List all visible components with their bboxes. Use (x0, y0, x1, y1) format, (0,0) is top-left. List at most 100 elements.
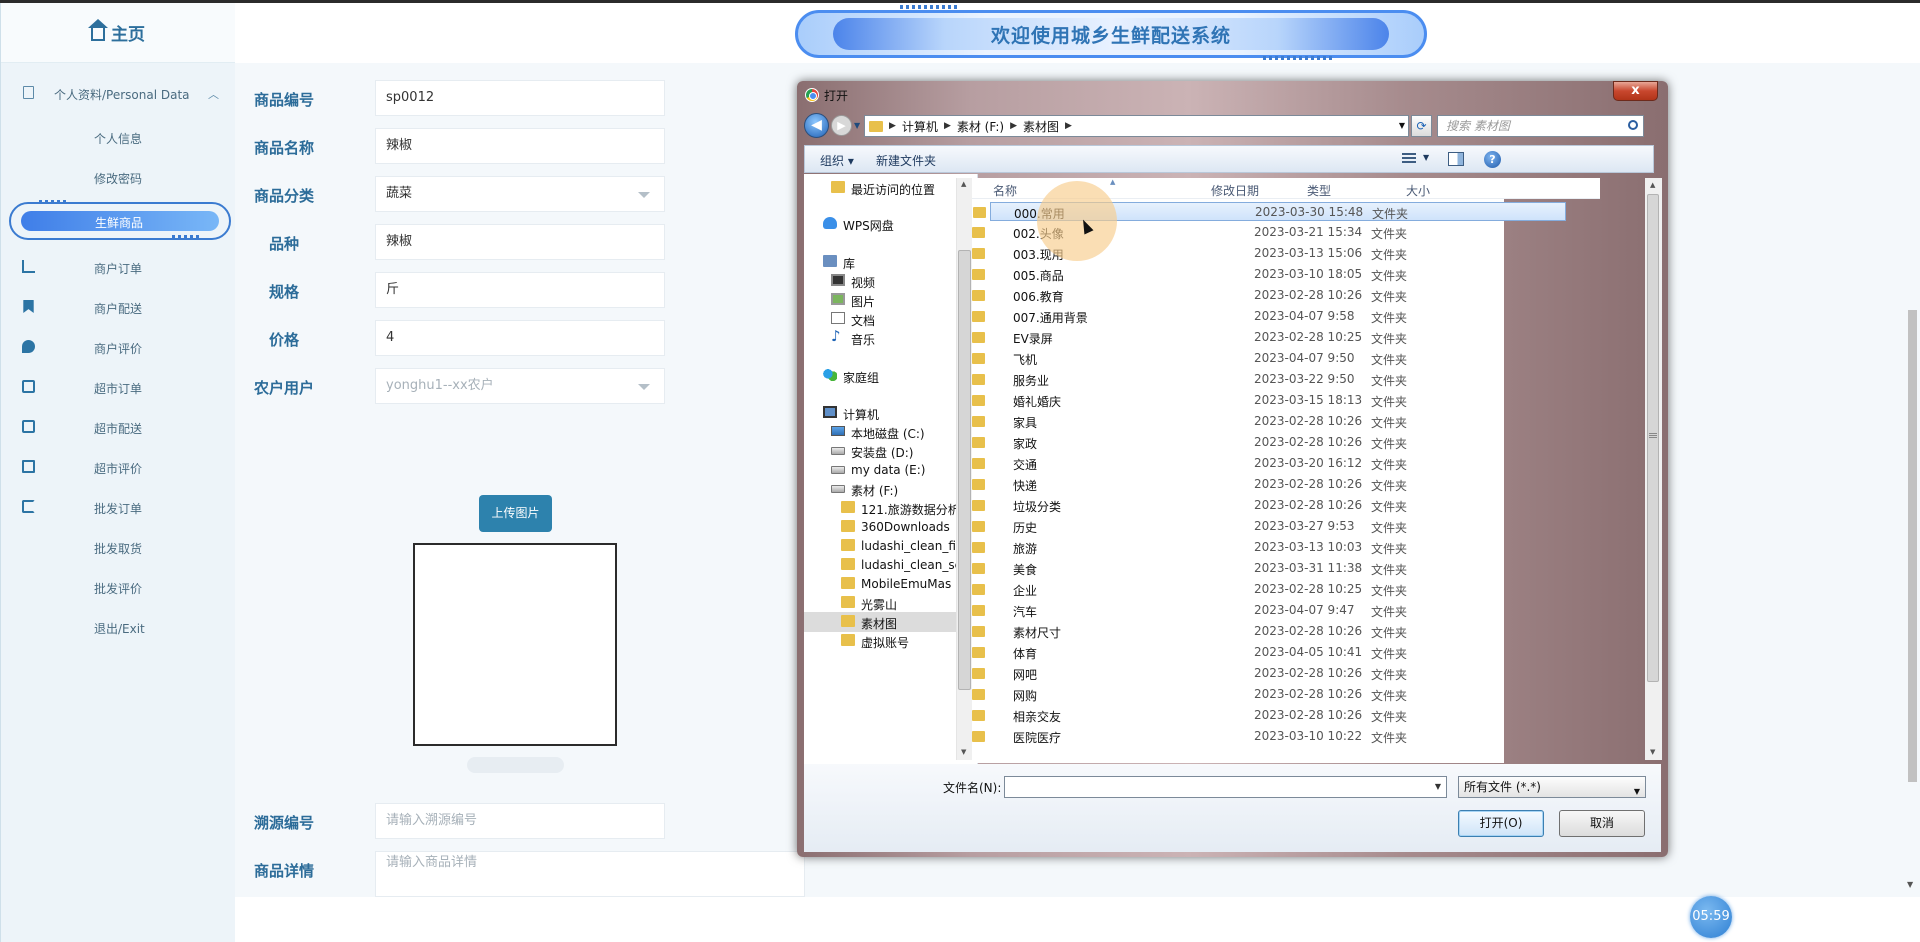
view-dropdown-icon[interactable]: ▼ (1423, 153, 1429, 162)
scroll-down-icon[interactable]: ▼ (1650, 748, 1655, 756)
nav-item[interactable]: my data (E:) (804, 460, 966, 480)
file-row[interactable]: 交通 2023-03-20 16:12 文件夹 (958, 454, 1538, 473)
home-link[interactable]: 主页 (1, 3, 235, 63)
breadcrumb-computer[interactable]: 计算机 (902, 118, 938, 135)
file-row[interactable]: 历史 2023-03-27 9:53 文件夹 (958, 517, 1538, 536)
file-row[interactable]: 体育 2023-04-05 10:41 文件夹 (958, 643, 1538, 662)
nav-item[interactable]: 最近访问的位置 (804, 178, 966, 198)
upload-image-button[interactable]: 上传图片 (479, 495, 552, 532)
sidebar-item-merchant-delivery[interactable]: 商户配送 (1, 296, 236, 318)
spec-input[interactable]: 斤 (375, 272, 665, 308)
sidebar-item-personal-info[interactable]: 个人信息 (1, 126, 236, 148)
file-row[interactable]: 婚礼婚庆 2023-03-15 18:13 文件夹 (958, 391, 1538, 410)
sidebar-item-change-password[interactable]: 修改密码 (1, 166, 236, 188)
nav-item[interactable]: 音乐 (804, 328, 966, 348)
price-input[interactable]: 4 (375, 320, 665, 356)
file-row[interactable]: 家政 2023-02-28 10:26 文件夹 (958, 433, 1538, 452)
address-bar[interactable]: ▶ 计算机 ▶ 素材 (F:) ▶ 素材图 ▶ ▼ (864, 115, 1409, 137)
nav-item[interactable]: 素材图 (804, 612, 966, 632)
column-type[interactable]: 类型 (1307, 182, 1331, 199)
chevron-right-icon[interactable]: ▶ (889, 121, 896, 131)
nav-item[interactable]: 计算机 (804, 403, 966, 423)
nav-item[interactable]: 文档 (804, 309, 966, 329)
close-button[interactable]: x (1613, 81, 1658, 101)
nav-pane-scrollbar[interactable]: ▲ ▼ (956, 178, 972, 760)
search-input[interactable]: 搜索 素材图 (1437, 115, 1644, 137)
refresh-button[interactable]: ⟳ (1411, 115, 1432, 137)
address-dropdown-icon[interactable]: ▼ (1399, 121, 1405, 130)
history-dropdown-icon[interactable]: ▼ (854, 121, 860, 130)
open-button[interactable]: 打开(O) (1458, 810, 1544, 837)
sidebar-item-merchant-orders[interactable]: 商户订单 (1, 256, 236, 278)
organize-button[interactable]: 组织 ▾ (820, 152, 854, 169)
scroll-up-icon[interactable]: ▲ (961, 180, 966, 188)
file-row[interactable]: 网购 2023-02-28 10:26 文件夹 (958, 685, 1538, 704)
file-row[interactable]: 医院医疗 2023-03-10 10:22 文件夹 (958, 727, 1538, 746)
chevron-right-icon[interactable]: ▶ (1010, 121, 1017, 131)
nav-item[interactable]: 视频 (804, 271, 966, 291)
filename-dropdown-icon[interactable]: ▼ (1435, 782, 1441, 791)
file-row[interactable]: 家具 2023-02-28 10:26 文件夹 (958, 412, 1538, 431)
preview-pane-icon[interactable] (1448, 152, 1464, 166)
file-list-scrollbar[interactable]: ▲ ▼ (1645, 178, 1662, 760)
nav-item[interactable]: 360Downloads (804, 517, 966, 537)
nav-item[interactable]: 安装盘 (D:) (804, 441, 966, 461)
file-row[interactable]: 汽车 2023-04-07 9:47 文件夹 (958, 601, 1538, 620)
nav-item[interactable]: 光雾山 (804, 593, 966, 613)
category-select[interactable]: 蔬菜 (375, 176, 665, 212)
file-row[interactable]: 快递 2023-02-28 10:26 文件夹 (958, 475, 1538, 494)
nav-item[interactable]: 图片 (804, 290, 966, 310)
farmer-select[interactable]: yonghu1--xx农户 (375, 368, 665, 404)
file-row[interactable]: 旅游 2023-03-13 10:03 文件夹 (958, 538, 1538, 557)
breadcrumb-folder[interactable]: 素材图 (1023, 118, 1059, 135)
file-row[interactable]: 003.现用 2023-03-13 15:06 文件夹 (958, 244, 1538, 263)
back-button[interactable]: ◀ (804, 113, 829, 138)
file-row[interactable]: 007.通用背景 2023-04-07 9:58 文件夹 (958, 307, 1538, 326)
filename-input[interactable]: ▼ (1004, 776, 1447, 798)
sidebar-item-merchant-reviews[interactable]: 商户评价 (1, 336, 236, 358)
sidebar-item-supermarket-delivery[interactable]: 超市配送 (1, 416, 236, 438)
file-row[interactable]: 006.教育 2023-02-28 10:26 文件夹 (958, 286, 1538, 305)
column-date[interactable]: 修改日期 (1211, 182, 1259, 199)
variety-input[interactable]: 辣椒 (375, 224, 665, 260)
nav-item[interactable]: ludashi_clean_sc (804, 555, 966, 575)
file-row[interactable]: 飞机 2023-04-07 9:50 文件夹 (958, 349, 1538, 368)
nav-item[interactable]: 121.旅游数据分析 (804, 498, 966, 518)
sidebar-item-supermarket-orders[interactable]: 超市订单 (1, 376, 236, 398)
chevron-right-icon[interactable]: ▶ (1065, 121, 1072, 131)
nav-item[interactable]: 本地磁盘 (C:) (804, 422, 966, 442)
file-row[interactable]: 相亲交友 2023-02-28 10:26 文件夹 (958, 706, 1538, 725)
sidebar-item-supermarket-reviews[interactable]: 超市评价 (1, 456, 236, 478)
file-row[interactable]: 美食 2023-03-31 11:38 文件夹 (958, 559, 1538, 578)
nav-item[interactable]: 库 (804, 252, 966, 272)
file-row[interactable]: 企业 2023-02-28 10:25 文件夹 (958, 580, 1538, 599)
file-row[interactable]: EV录屏 2023-02-28 10:25 文件夹 (958, 328, 1538, 347)
nav-item[interactable]: ludashi_clean_fil (804, 536, 966, 556)
product-code-input[interactable]: sp0012 (375, 80, 665, 116)
nav-item[interactable]: 家庭组 (804, 366, 966, 386)
sidebar-item-wholesale-reviews[interactable]: 批发评价 (1, 576, 236, 598)
scrollbar-thumb[interactable] (1908, 310, 1917, 782)
sidebar-item-wholesale-orders[interactable]: 批发订单 (1, 496, 236, 518)
help-icon[interactable]: ? (1484, 151, 1501, 168)
filetype-select[interactable]: 所有文件 (*.*) ▼ (1458, 776, 1646, 798)
nav-item[interactable]: MobileEmuMas (804, 574, 966, 594)
column-size[interactable]: 大小 (1406, 182, 1430, 199)
scrollbar-thumb[interactable] (958, 250, 971, 690)
sidebar-item-wholesale-pickup[interactable]: 批发取货 (1, 536, 236, 558)
cancel-button[interactable]: 取消 (1559, 810, 1645, 837)
detail-textarea[interactable]: 请输入商品详情 (375, 851, 805, 897)
scroll-up-icon[interactable]: ▲ (1650, 181, 1655, 189)
nav-item[interactable]: 素材 (F:) (804, 479, 966, 499)
file-row[interactable]: 005.商品 2023-03-10 18:05 文件夹 (958, 265, 1538, 284)
forward-button[interactable]: ▶ (831, 115, 852, 136)
nav-item[interactable]: 虚拟账号 (804, 631, 966, 651)
chevron-right-icon[interactable]: ▶ (944, 121, 951, 131)
file-row[interactable]: 服务业 2023-03-22 9:50 文件夹 (958, 370, 1538, 389)
nav-item[interactable]: WPS网盘 (804, 214, 966, 234)
image-scrollbar[interactable] (467, 757, 564, 773)
scroll-down-icon[interactable]: ▼ (961, 748, 966, 756)
product-name-input[interactable]: 辣椒 (375, 128, 665, 164)
trace-code-input[interactable]: 请输入溯源编号 (375, 803, 665, 839)
scroll-down-icon[interactable]: ▼ (1907, 880, 1913, 889)
